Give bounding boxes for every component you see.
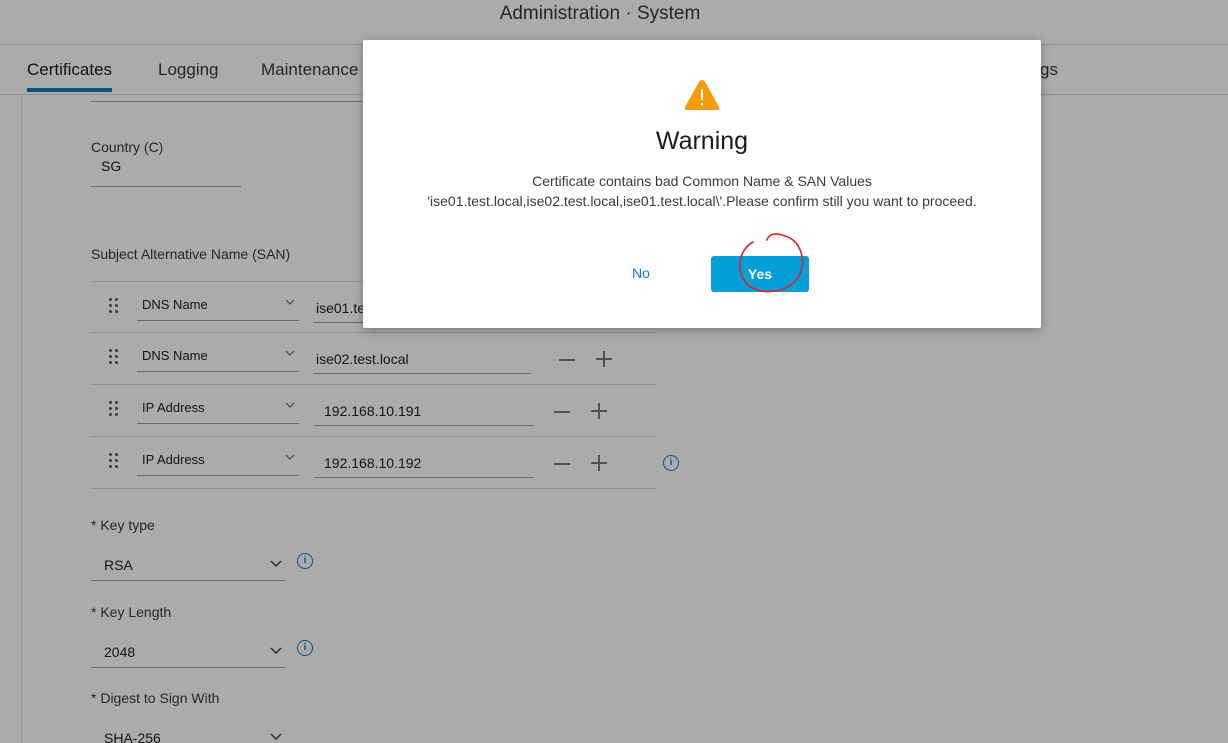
warning-dialog: Warning Certificate contains bad Common … <box>363 40 1041 328</box>
dialog-message: Certificate contains bad Common Name & S… <box>427 173 977 209</box>
warning-icon <box>684 80 720 110</box>
dialog-title: Warning <box>655 127 749 155</box>
no-button[interactable]: No <box>610 262 672 284</box>
yes-button[interactable]: Yes <box>711 256 809 292</box>
